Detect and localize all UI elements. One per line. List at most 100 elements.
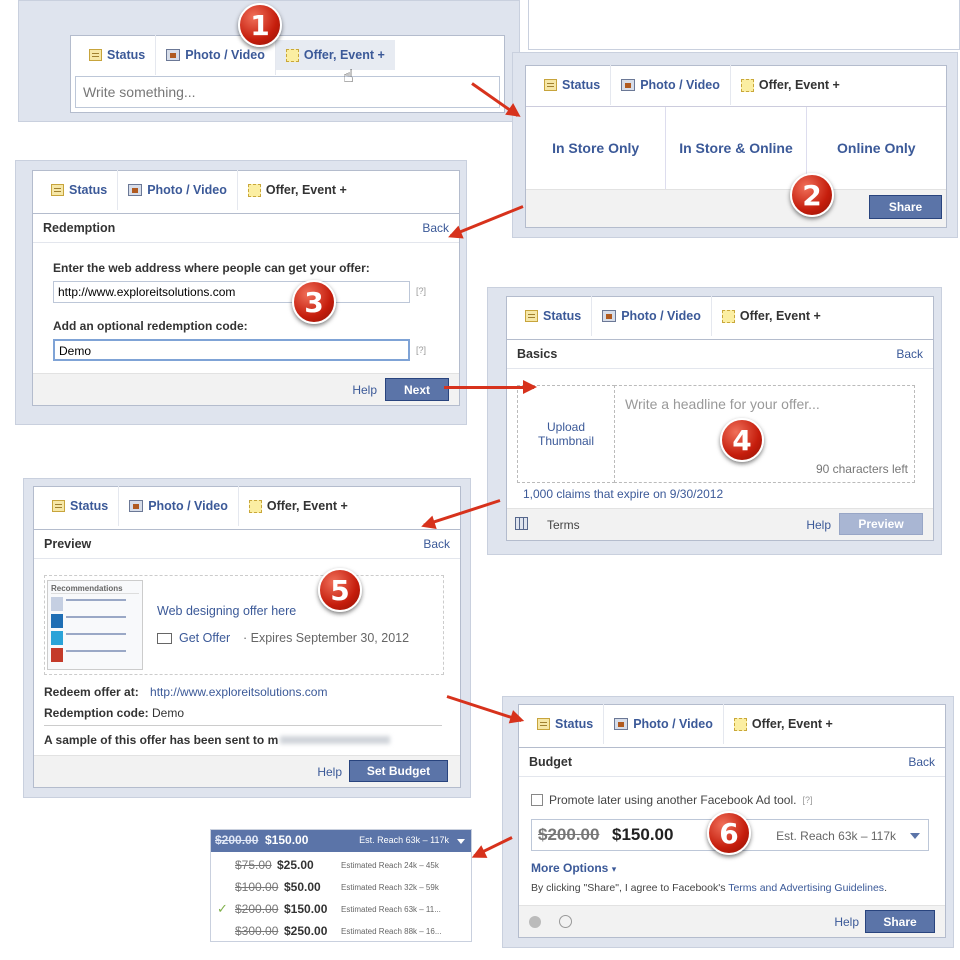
help-icon[interactable]: [?] (802, 795, 812, 805)
offer-icon (740, 78, 754, 92)
tab-status[interactable]: Status (42, 486, 120, 526)
photo-icon (614, 718, 629, 730)
code-input[interactable]: Demo (53, 339, 410, 361)
url-input[interactable]: http://www.exploreitsolutions.com (53, 281, 410, 303)
budget-dropdown: $200.00 $150.00 Est. Reach 63k – 117k $7… (210, 829, 472, 942)
preview-title: Preview (44, 537, 92, 551)
terms-link[interactable]: Terms (547, 518, 580, 532)
hand-cursor-icon: ☝ (343, 66, 354, 86)
envelope-icon (157, 633, 172, 644)
headline-input[interactable]: Write a headline for your offer... 90 ch… (614, 385, 915, 483)
step5-panel: Status Photo / Video Offer, Event + Prev… (33, 486, 461, 788)
dropdown-item[interactable]: $300.00 $250.00 Estimated Reach 88k – 16… (211, 922, 471, 942)
dropdown-item[interactable]: $100.00 $50.00 Estimated Reach 32k – 59k (211, 878, 471, 898)
get-offer-link[interactable]: Get Offer (179, 631, 230, 645)
tab-offer-event[interactable]: Offer, Event + (238, 170, 357, 210)
status-input[interactable]: Write something... (75, 76, 500, 108)
dropdown-item-selected[interactable]: ✓ $200.00 $150.00 Estimated Reach 63k – … (211, 900, 471, 920)
tab-status[interactable]: Status (515, 296, 593, 336)
back-link[interactable]: Back (908, 755, 935, 769)
tab-photo-video[interactable]: Photo / Video (604, 704, 724, 744)
option-online-only[interactable]: Online Only (807, 107, 946, 189)
back-link[interactable]: Back (422, 221, 449, 235)
info-icon[interactable] (529, 916, 541, 928)
divider (44, 725, 442, 726)
dropdown-item[interactable]: $75.00 $25.00 Estimated Reach 24k – 45k (211, 856, 471, 876)
basics-title: Basics (517, 347, 558, 361)
back-link[interactable]: Back (423, 537, 450, 551)
claims-line: 1,000 claims that expire on 9/30/2012 (523, 487, 724, 501)
photo-icon (166, 49, 181, 61)
offer-thumbnail: Recommendations (47, 580, 143, 670)
photo-icon (621, 79, 636, 91)
help-icon[interactable]: [?] (416, 286, 426, 296)
help-icon[interactable]: [?] (416, 345, 426, 355)
offer-icon (733, 717, 747, 731)
tab-offer-event[interactable]: Offer, Event + (731, 65, 850, 105)
thumb-line (51, 597, 139, 611)
step4-panel: Status Photo / Video Offer, Event + Basi… (506, 296, 934, 541)
step2-top-blank (528, 0, 960, 50)
share-button[interactable]: Share (865, 910, 935, 933)
status-icon (52, 500, 65, 512)
tab-status[interactable]: Status (41, 170, 119, 210)
expires-text: · Expires September 30, 2012 (243, 631, 410, 645)
option-in-store-only[interactable]: In Store Only (526, 107, 667, 189)
offer-icon (285, 48, 299, 62)
option-in-store-online[interactable]: In Store & Online (666, 107, 807, 189)
more-options-link[interactable]: More Options ▾ (531, 861, 616, 875)
step-badge-3: 3 (292, 280, 336, 324)
help-link[interactable]: Help (834, 915, 859, 929)
tab-offer-event[interactable]: Offer, Event + (239, 486, 358, 526)
arrow-3-to-4 (444, 380, 537, 394)
url-label: Enter the web address where people can g… (53, 261, 370, 275)
step3-panel: Status Photo / Video Offer, Event + Rede… (32, 170, 460, 406)
target-icon[interactable] (559, 915, 572, 928)
blurred-email (280, 736, 391, 744)
tab-offer-event[interactable]: Offer, Event + (712, 296, 831, 336)
offer-icon (721, 309, 735, 323)
step-badge-1: 1 (238, 3, 282, 47)
back-link[interactable]: Back (896, 347, 923, 361)
preview-button[interactable]: Preview (839, 513, 923, 535)
tab-status[interactable]: Status (534, 65, 612, 105)
help-link[interactable]: Help (317, 765, 342, 779)
agreement-text: By clicking "Share", I agree to Facebook… (531, 882, 887, 894)
status-icon (89, 49, 102, 61)
step1-composer: Status Photo / Video Offer, Event + Writ… (70, 35, 505, 113)
status-icon (544, 79, 557, 91)
status-icon (51, 184, 64, 196)
set-budget-button[interactable]: Set Budget (349, 760, 448, 782)
step-badge-2: 2 (790, 173, 834, 217)
photo-icon (128, 184, 143, 196)
tab-photo-video[interactable]: Photo / Video (119, 486, 239, 526)
help-link[interactable]: Help (352, 383, 377, 397)
help-link[interactable]: Help (806, 518, 831, 532)
tab-offer-event[interactable]: Offer, Event + (724, 704, 843, 744)
upload-thumbnail[interactable]: Upload Thumbnail (517, 385, 615, 483)
tab-offer-event[interactable]: Offer, Event + (275, 40, 395, 70)
chevron-down-icon (457, 839, 465, 844)
redemption-title: Redemption (43, 221, 116, 235)
share-button[interactable]: Share (869, 195, 942, 219)
dropdown-header[interactable]: $200.00 $150.00 Est. Reach 63k – 117k (211, 830, 471, 852)
tab-photo-video[interactable]: Photo / Video (592, 296, 712, 336)
tab-status[interactable]: Status (527, 704, 605, 744)
chars-left: 90 characters left (815, 462, 908, 476)
thumb-line (51, 614, 139, 628)
offer-preview-card: Recommendations Web designing offer here… (44, 575, 444, 675)
next-button[interactable]: Next (385, 378, 449, 401)
offer-headline[interactable]: Web designing offer here (157, 604, 296, 618)
step-badge-4: 4 (720, 418, 764, 462)
calendar-icon[interactable] (515, 517, 528, 530)
promote-later-checkbox[interactable] (531, 794, 543, 806)
tab-status[interactable]: Status (79, 35, 157, 75)
photo-icon (602, 310, 617, 322)
tab-photo-video[interactable]: Photo / Video (611, 65, 731, 105)
redeem-row: Redeem offer at: http://www.exploreitsol… (44, 685, 328, 699)
sample-note: A sample of this offer has been sent to … (44, 733, 391, 747)
tab-photo-video[interactable]: Photo / Video (118, 170, 238, 210)
caret-down-icon: ▾ (611, 864, 617, 874)
thumb-line (51, 648, 139, 662)
step2-panel: Status Photo / Video Offer, Event + In S… (525, 65, 947, 228)
